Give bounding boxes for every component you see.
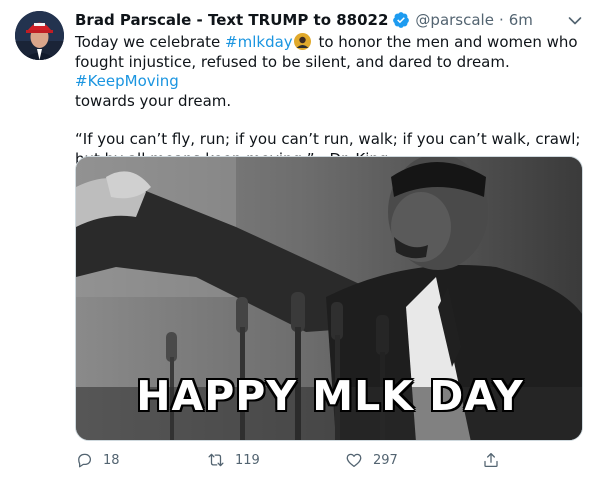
share-button[interactable] — [482, 451, 510, 469]
avatar[interactable] — [15, 11, 64, 60]
tweet-actions: 18 119 297 — [75, 451, 505, 473]
retweet-count: 119 — [235, 452, 260, 468]
like-button[interactable]: 297 — [345, 451, 398, 469]
reply-count: 18 — [103, 452, 120, 468]
like-icon — [346, 453, 362, 468]
gif-overlay-text: HAPPY MLK DAY — [136, 372, 524, 420]
caret-down-icon[interactable] — [567, 13, 583, 29]
tweet[interactable]: Brad Parscale - Text TRUMP to 88022 @par… — [0, 0, 599, 480]
tweet-header: Brad Parscale - Text TRUMP to 88022 @par… — [75, 9, 533, 31]
author-handle[interactable]: @parscale — [415, 11, 494, 29]
header-separator: · — [498, 11, 504, 29]
tweet-media-gif[interactable]: HAPPY MLK DAY — [75, 156, 583, 441]
verified-badge-icon — [393, 12, 410, 28]
tweet-timestamp[interactable]: 6m — [509, 11, 533, 29]
hashtag-keepmoving[interactable]: #KeepMoving — [75, 72, 179, 90]
reply-icon — [78, 453, 92, 468]
tweet-text: Today we celebrate #mlkday to honor the … — [75, 33, 587, 169]
avatar-photo — [15, 11, 64, 60]
retweet-icon — [208, 453, 224, 467]
share-icon — [484, 452, 498, 468]
tweet-text-intro: Today we celebrate — [75, 33, 226, 51]
tweet-paragraph-1: Today we celebrate #mlkday to honor the … — [75, 33, 587, 111]
mlk-hashflag-icon — [293, 33, 311, 50]
author-name[interactable]: Brad Parscale - Text TRUMP to 88022 — [75, 11, 388, 29]
retweet-button[interactable]: 119 — [207, 451, 260, 469]
reply-button[interactable]: 18 — [75, 451, 120, 469]
tweet-text-end: towards your dream. — [75, 91, 232, 110]
like-count: 297 — [373, 452, 398, 468]
hashtag-mlkday[interactable]: #mlkday — [225, 33, 293, 51]
